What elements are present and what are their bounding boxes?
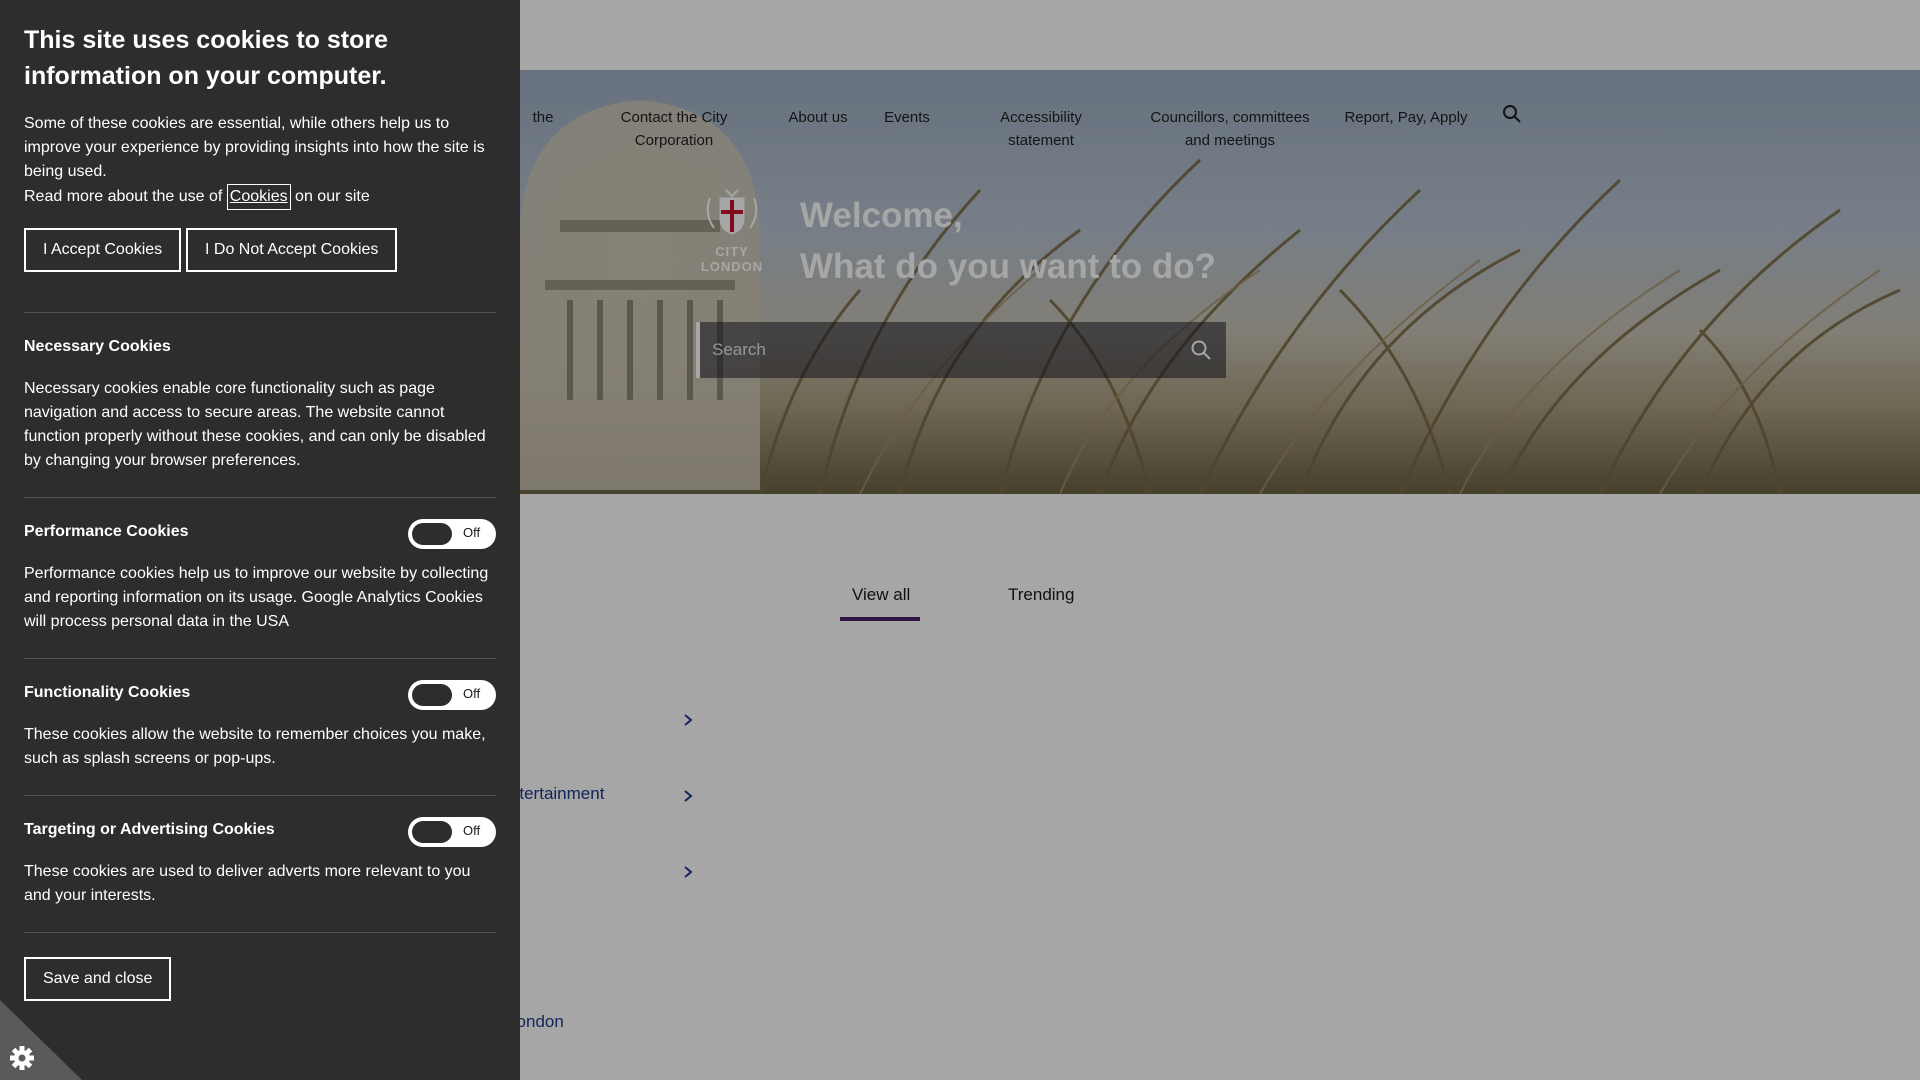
gear-icon: [10, 1046, 34, 1070]
performance-cookies-text: Performance cookies help us to improve o…: [24, 565, 489, 630]
functionality-cookies-toggle[interactable]: Off: [408, 680, 496, 710]
divider: [24, 658, 496, 659]
read-more-suffix: on our site: [290, 188, 370, 205]
functionality-cookies-title: Functionality Cookies: [24, 684, 191, 701]
cookie-consent-panel: This site uses cookies to store informat…: [0, 0, 520, 1080]
toggle-knob: [412, 821, 452, 843]
accept-cookies-button[interactable]: I Accept Cookies: [24, 228, 182, 272]
functionality-cookies-text: These cookies allow the website to remem…: [24, 726, 486, 767]
cookies-policy-link[interactable]: Cookies: [226, 184, 291, 210]
targeting-cookies-text: These cookies are used to deliver advert…: [24, 863, 471, 904]
cookie-panel-title: This site uses cookies to store informat…: [24, 26, 389, 90]
targeting-cookies-toggle[interactable]: Off: [408, 817, 496, 847]
reject-cookies-button[interactable]: I Do Not Accept Cookies: [186, 228, 398, 272]
divider: [24, 795, 496, 796]
performance-cookies-toggle[interactable]: Off: [408, 519, 496, 549]
divider: [24, 497, 496, 498]
toggle-knob: [412, 523, 452, 545]
cookie-settings-button[interactable]: [0, 1000, 82, 1080]
cookie-read-more: Read more about the use of Cookies on ou…: [24, 184, 500, 210]
toggle-state-label: Off: [463, 686, 481, 701]
targeting-cookies-title: Targeting or Advertising Cookies: [24, 821, 275, 838]
read-more-prefix: Read more about the use of: [24, 188, 227, 205]
performance-cookies-title: Performance Cookies: [24, 523, 189, 540]
toggle-state-label: Off: [463, 823, 481, 838]
toggle-knob: [412, 684, 452, 706]
divider: [24, 932, 496, 933]
necessary-cookies-text: Necessary cookies enable core functional…: [24, 380, 486, 469]
cookie-intro-text: Some of these cookies are essential, whi…: [24, 115, 485, 180]
necessary-cookies-title: Necessary Cookies: [24, 338, 171, 355]
divider: [24, 312, 496, 313]
toggle-state-label: Off: [463, 525, 481, 540]
save-and-close-button[interactable]: Save and close: [24, 957, 172, 1001]
